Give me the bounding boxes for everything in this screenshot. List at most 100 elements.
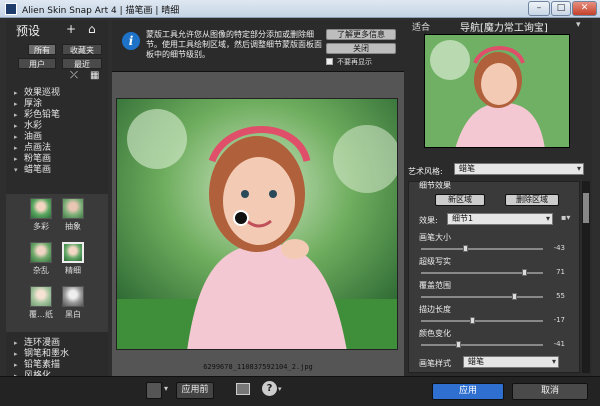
thumb-label: 覆…纸 xyxy=(29,310,53,319)
dont-show-checkbox[interactable] xyxy=(326,58,333,65)
thumb-label: 精细 xyxy=(65,266,81,275)
presets-panel: 预设 + ⌂ 所有 收藏夹 用户 最近 ⤫ ▦ ▸ 效果巡视 ▸ 厚涂 ▸ 彩色铅笔 … xyxy=(6,20,108,381)
filename-label: 6299678_110837592104_2.jpg xyxy=(203,363,313,371)
bottom-bar: ▾ 应用前 ? ▾ 应用 取消 xyxy=(0,376,600,406)
tree-item[interactable]: ▸ 连环漫画 xyxy=(10,338,106,349)
slider-value: 55 xyxy=(556,292,565,300)
new-region-button[interactable]: 新区域 xyxy=(435,194,485,206)
presets-header: 预设 + ⌂ xyxy=(6,20,108,40)
slider-value: -43 xyxy=(553,244,565,252)
art-style-dropdown[interactable]: 蜡笔 xyxy=(454,163,584,175)
preset-tree: ▸ 效果巡视 ▸ 厚涂 ▸ 彩色铅笔 ▸ 水彩 ▸ 油画 ▸ 点画法 ▸ 粉笔画 ▾ 蜡笔画 xyxy=(10,88,106,176)
tree-item[interactable]: ▸ 油画 xyxy=(10,132,106,143)
apply-preset-button[interactable]: 应用前 xyxy=(176,382,214,399)
navigator-thumbnail[interactable] xyxy=(424,34,570,148)
preset-thumb[interactable] xyxy=(62,198,84,219)
app-window: Alien Skin Snap Art 4 | 描笔画 | 晴细 – □ ✕ 预… xyxy=(0,0,600,406)
cancel-button[interactable]: 取消 xyxy=(512,383,588,400)
presets-title: 预设 xyxy=(16,24,41,38)
preset-thumb[interactable] xyxy=(30,198,52,219)
tree-item-label: 钢笔和墨水 xyxy=(24,349,70,359)
canvas[interactable]: 6299678_110837592104_2.jpg xyxy=(116,98,400,371)
fit-dropdown[interactable]: 适合 xyxy=(412,20,430,33)
expand-arrow-icon: ▸ xyxy=(14,361,18,369)
maximize-button[interactable]: □ xyxy=(551,1,571,16)
slider-label: 描边长度 xyxy=(419,305,451,314)
tree-item[interactable]: ▸ 水彩 xyxy=(10,121,106,132)
navigator-menu-icon[interactable]: ▾ xyxy=(576,20,581,30)
tree-item-label: 粉笔画 xyxy=(24,154,52,164)
tree-item-label: 蜡笔画 xyxy=(24,165,52,175)
slider-track[interactable] xyxy=(421,245,543,252)
slider-label: 超级写实 xyxy=(419,257,451,266)
tree-item[interactable]: ▸ 钢笔和墨水 xyxy=(10,349,106,360)
info-banner: i 蒙版工具允许您从图像的特定部分添加或删除细节。使用工具绘制区域，然后调整细节… xyxy=(112,20,404,72)
slider-track[interactable] xyxy=(421,269,543,276)
home-icon[interactable]: ⌂ xyxy=(88,22,96,36)
detail-effects-panel: 细节效果 新区域 删除区域 效果: 细节1 ▪▾ 画笔大小 -43 超级写实 7… xyxy=(408,181,580,373)
slider-value: -17 xyxy=(553,316,565,324)
slider-label: 画笔大小 xyxy=(419,233,451,242)
preset-sub: 晴细 xyxy=(161,6,180,16)
expand-arrow-icon: ▸ xyxy=(14,339,18,347)
effect-options-icon[interactable]: ▪▾ xyxy=(561,213,570,222)
thumb-label: 黑白 xyxy=(65,310,81,319)
tree-item-label: 油画 xyxy=(24,132,43,142)
expand-arrow-icon: ▸ xyxy=(14,122,18,130)
slider-value: -41 xyxy=(553,340,565,348)
minimize-button[interactable]: – xyxy=(528,1,550,16)
preset-thumb[interactable] xyxy=(30,286,52,307)
slider-track[interactable] xyxy=(421,341,543,348)
view-mode-button[interactable] xyxy=(146,382,162,399)
slider-knob[interactable] xyxy=(470,317,476,324)
tree-item-label: 彩色铅笔 xyxy=(24,110,61,120)
grid-view-icon[interactable]: ▦ xyxy=(90,70,99,81)
settings-panel: 适合 导航[魔力常工询宝] ▾ 艺术风格: 蜡笔 细节效果 新区域 删除区域 效… xyxy=(404,20,592,376)
tree-item[interactable]: ▸ 粉笔画 xyxy=(10,154,106,165)
expand-arrow-icon: ▸ xyxy=(14,100,18,108)
add-preset-icon[interactable]: + xyxy=(66,22,76,36)
filter-favorites[interactable]: 收藏夹 xyxy=(62,44,102,55)
slider-knob[interactable] xyxy=(463,245,469,252)
preset-thumbnails: 多彩 抽象 杂乱 精细 覆…纸 黑白 xyxy=(6,194,108,332)
filter-all[interactable]: 所有 xyxy=(28,44,56,55)
preset-thumb[interactable] xyxy=(30,242,52,263)
preset-thumb[interactable] xyxy=(62,286,84,307)
slider-knob[interactable] xyxy=(456,341,462,348)
settings-scrollbar[interactable] xyxy=(582,181,590,373)
filter-user[interactable]: 用户 xyxy=(18,58,56,69)
tree-item-label: 厚涂 xyxy=(24,99,43,109)
tree-item[interactable]: ▸ 铅笔素描 xyxy=(10,360,106,371)
apply-button[interactable]: 应用 xyxy=(432,383,504,400)
tree-item[interactable]: ▸ 效果巡视 xyxy=(10,88,106,99)
filter-recent[interactable]: 最近 xyxy=(62,58,102,69)
tree-item[interactable]: ▸ 厚涂 xyxy=(10,99,106,110)
thumb-label: 多彩 xyxy=(33,222,49,231)
tree-item-label: 水彩 xyxy=(24,121,43,131)
tree-item[interactable]: ▾ 蜡笔画 xyxy=(10,165,106,176)
tree-item[interactable]: ▸ 彩色铅笔 xyxy=(10,110,106,121)
collapse-icon[interactable]: ⤫ xyxy=(70,70,78,81)
delete-region-button[interactable]: 删除区域 xyxy=(505,194,559,206)
section-title: 细节效果 xyxy=(419,181,451,190)
slider-track[interactable] xyxy=(421,317,543,324)
compare-icon[interactable] xyxy=(236,383,250,395)
preview-image[interactable] xyxy=(116,98,398,350)
close-button[interactable]: ✕ xyxy=(572,1,597,16)
slider-track[interactable] xyxy=(421,293,543,300)
slider-knob[interactable] xyxy=(512,293,518,300)
window-title: Alien Skin Snap Art 4 | 描笔画 | 晴细 xyxy=(22,6,180,16)
view-mode-dropdown-icon[interactable]: ▾ xyxy=(164,384,168,393)
learn-more-button[interactable]: 了解更多信息 xyxy=(326,29,396,40)
brush-style-dropdown[interactable]: 蜡笔 xyxy=(463,356,559,368)
slider-value: 71 xyxy=(556,268,565,276)
slider-knob[interactable] xyxy=(521,269,527,276)
scrollbar-thumb[interactable] xyxy=(583,193,589,223)
help-dropdown-icon[interactable]: ▾ xyxy=(278,385,282,393)
help-icon[interactable]: ? xyxy=(262,381,277,396)
tree-item[interactable]: ▸ 点画法 xyxy=(10,143,106,154)
expand-arrow-icon: ▸ xyxy=(14,144,18,152)
effect-dropdown[interactable]: 细节1 xyxy=(447,213,553,225)
preset-thumb-selected[interactable] xyxy=(62,242,84,263)
close-info-button[interactable]: 关闭 xyxy=(326,43,396,54)
